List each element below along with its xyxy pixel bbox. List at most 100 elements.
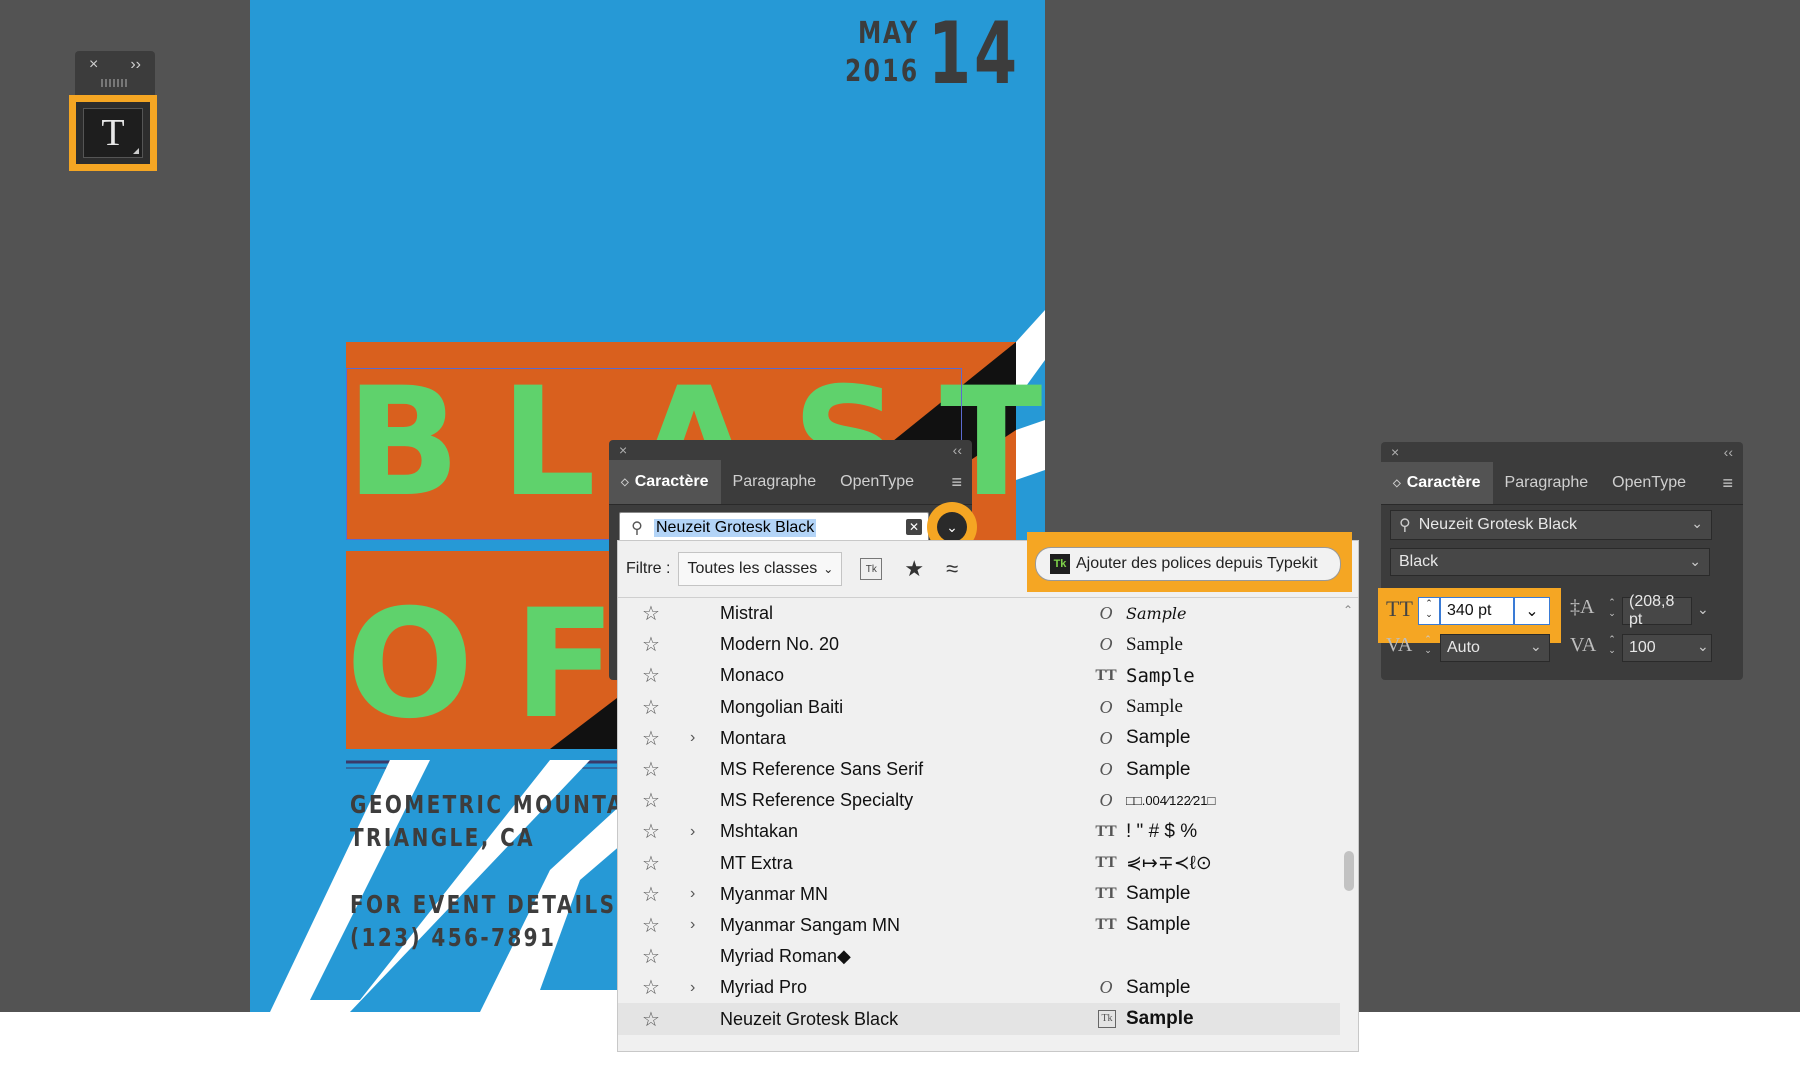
favorite-star-icon[interactable]: ☆ (642, 695, 660, 720)
favorite-star-icon[interactable]: ☆ (642, 851, 660, 876)
close-icon[interactable]: × (1391, 444, 1399, 460)
favorite-star-icon[interactable]: ☆ (642, 663, 660, 688)
font-list-item[interactable]: ☆ Modern No. 20 O Sample (618, 629, 1340, 660)
tab-paragraphe[interactable]: Paragraphe (721, 460, 829, 504)
expand-arrow-icon[interactable]: › (690, 729, 695, 747)
tab-paragraphe[interactable]: Paragraphe (1493, 462, 1601, 504)
favorite-star-icon[interactable]: ☆ (642, 819, 660, 844)
poster-month: MAY (858, 16, 919, 51)
font-list-item[interactable]: ☆ › Myanmar Sangam MN TT Sample (618, 910, 1340, 941)
type-tool-icon: T (101, 112, 125, 154)
tab-caractere[interactable]: ◇ Caractère (609, 460, 721, 504)
clear-icon[interactable]: ✕ (906, 519, 922, 535)
leading-stepper[interactable]: ⌃ ⌄ (1602, 597, 1622, 623)
favorite-star-icon[interactable]: ☆ (642, 882, 660, 907)
favorite-star-icon[interactable]: ☆ (642, 601, 660, 626)
tracking-dropdown-icon[interactable]: ⌄ (1697, 638, 1709, 655)
leading-input[interactable]: (208,8 pt (1622, 593, 1692, 628)
favorites-filter-star-icon[interactable]: ★ (904, 556, 924, 582)
panel-grip[interactable] (101, 79, 129, 87)
font-name: Neuzeit Grotesk Black (720, 1008, 899, 1029)
font-sample: □□.004⁄122⁄21□ (1126, 793, 1216, 809)
expand-icon[interactable]: ›› (130, 56, 141, 74)
font-list-item[interactable]: ☆ › Mshtakan TT ! " # $ % (618, 816, 1340, 847)
typekit-filter-icon[interactable]: Tk (860, 558, 883, 580)
close-icon[interactable]: × (619, 442, 627, 458)
font-menu: Filtre : Toutes les classes ⌄ Tk ★ ≈ ☆ Mi… (617, 540, 1359, 1052)
filter-class-select[interactable]: Toutes les classes ⌄ (678, 552, 843, 586)
expand-arrow-icon[interactable]: › (690, 823, 695, 841)
tab-caractere[interactable]: ◇ Caractère (1381, 462, 1493, 504)
font-list-item[interactable]: ☆ Neuzeit Grotesk Black Tk Sample (618, 1003, 1340, 1035)
font-style-select[interactable]: Black ⌄ (1390, 548, 1710, 576)
favorite-star-icon[interactable]: ☆ (642, 726, 660, 751)
kerning-dropdown-icon[interactable]: ⌄ (1530, 638, 1542, 655)
search-icon[interactable]: ⚲ (620, 518, 654, 538)
font-name: Myriad Roman◆ (720, 946, 851, 967)
panel-menu-icon[interactable]: ≡ (1722, 462, 1743, 504)
font-sample: ⋞↦∓≺ℓ⊙ (1126, 852, 1212, 874)
font-name: Modern No. 20 (720, 634, 840, 655)
font-name: Mshtakan (720, 821, 799, 842)
expand-arrow-icon[interactable]: › (690, 916, 695, 934)
leading-icon: ‡A (1570, 596, 1595, 618)
font-list-item[interactable]: ☆ Mistral O Sample (618, 598, 1340, 629)
font-list-item[interactable]: ☆ › Myanmar MN TT Sample (618, 879, 1340, 910)
leading-dropdown-icon[interactable]: ⌄ (1697, 601, 1709, 618)
favorite-star-icon[interactable]: ☆ (642, 975, 660, 1000)
type-tool-button[interactable]: T (83, 108, 143, 158)
font-dropdown-button[interactable]: ⌄ (937, 512, 967, 542)
favorite-star-icon[interactable]: ☆ (642, 788, 660, 813)
font-family-select[interactable]: ⚲ Neuzeit Grotesk Black ⌄ (1390, 510, 1712, 540)
font-size-stepper[interactable]: ⌃ ⌄ (1418, 597, 1440, 625)
favorite-star-icon[interactable]: ☆ (642, 944, 660, 969)
collapse-icon[interactable]: ‹‹ (953, 442, 962, 458)
font-list-item[interactable]: ☆ › Montara O Sample (618, 723, 1340, 754)
font-list-item[interactable]: ☆ Mongolian Baiti O Sample (618, 692, 1340, 723)
opentype-icon: O (1099, 727, 1113, 748)
font-name: Myriad Pro (720, 977, 808, 998)
font-list-item[interactable]: ☆ MS Reference Specialty O □□.004⁄122⁄21□ (618, 785, 1340, 816)
kerning-stepper[interactable]: ⌃ ⌄ (1418, 634, 1438, 660)
expand-arrow-icon[interactable]: › (690, 979, 695, 997)
favorite-star-icon[interactable]: ☆ (642, 757, 660, 782)
font-list-scrollbar[interactable]: ⌃ (1342, 601, 1356, 1041)
add-typekit-fonts-label: Ajouter des polices depuis Typekit (1076, 555, 1318, 572)
tracking-stepper[interactable]: ⌃ ⌄ (1602, 634, 1622, 660)
opentype-icon: O (1099, 759, 1113, 780)
favorite-star-icon[interactable]: ☆ (642, 632, 660, 657)
panel-menu-icon[interactable]: ≡ (951, 460, 972, 504)
tracking-icon: VA (1570, 634, 1597, 656)
font-list-item[interactable]: ☆ › Myriad Pro O Sample (618, 972, 1340, 1003)
expand-arrow-icon[interactable]: › (690, 885, 695, 903)
updown-icon: ◇ (1393, 477, 1401, 489)
font-sample: Sample (1126, 696, 1183, 718)
tab-opentype[interactable]: OpenType (828, 460, 926, 504)
font-search-value[interactable]: Neuzeit Grotesk Black (654, 519, 817, 537)
tools-panel: × ›› T (69, 51, 157, 171)
font-list-item[interactable]: ☆ Monaco TT Sample (618, 660, 1340, 691)
font-sample: Sample (1126, 633, 1183, 655)
opentype-icon: O (1099, 634, 1113, 655)
tab-opentype[interactable]: OpenType (1600, 462, 1698, 504)
font-size-input[interactable]: 340 pt (1440, 597, 1514, 625)
font-list-item[interactable]: ☆ MS Reference Sans Serif O Sample (618, 754, 1340, 785)
similar-fonts-icon[interactable]: ≈ (946, 556, 958, 582)
updown-icon: ◇ (621, 476, 629, 488)
close-icon[interactable]: × (89, 56, 98, 74)
collapse-icon[interactable]: ‹‹ (1724, 444, 1733, 460)
font-size-dropdown[interactable]: ⌄ (1514, 597, 1550, 625)
scroll-thumb[interactable] (1344, 851, 1354, 891)
add-typekit-fonts-button[interactable]: Tk Ajouter des polices depuis Typekit (1035, 547, 1341, 581)
poster-year: 2016 (845, 54, 920, 89)
favorite-star-icon[interactable]: ☆ (642, 1007, 660, 1032)
font-list-item[interactable]: ☆ MT Extra TT ⋞↦∓≺ℓ⊙ (618, 848, 1340, 879)
favorite-star-icon[interactable]: ☆ (642, 913, 660, 938)
font-list-item[interactable]: ☆ Myriad Roman◆ (618, 941, 1340, 972)
scroll-up-icon[interactable]: ⌃ (1343, 603, 1353, 617)
font-name: Montara (720, 727, 787, 748)
chevron-down-icon: ⌄ (1689, 553, 1701, 569)
font-size-icon: TT (1386, 596, 1413, 621)
truetype-icon: TT (1095, 666, 1117, 684)
font-name: MS Reference Specialty (720, 790, 914, 811)
